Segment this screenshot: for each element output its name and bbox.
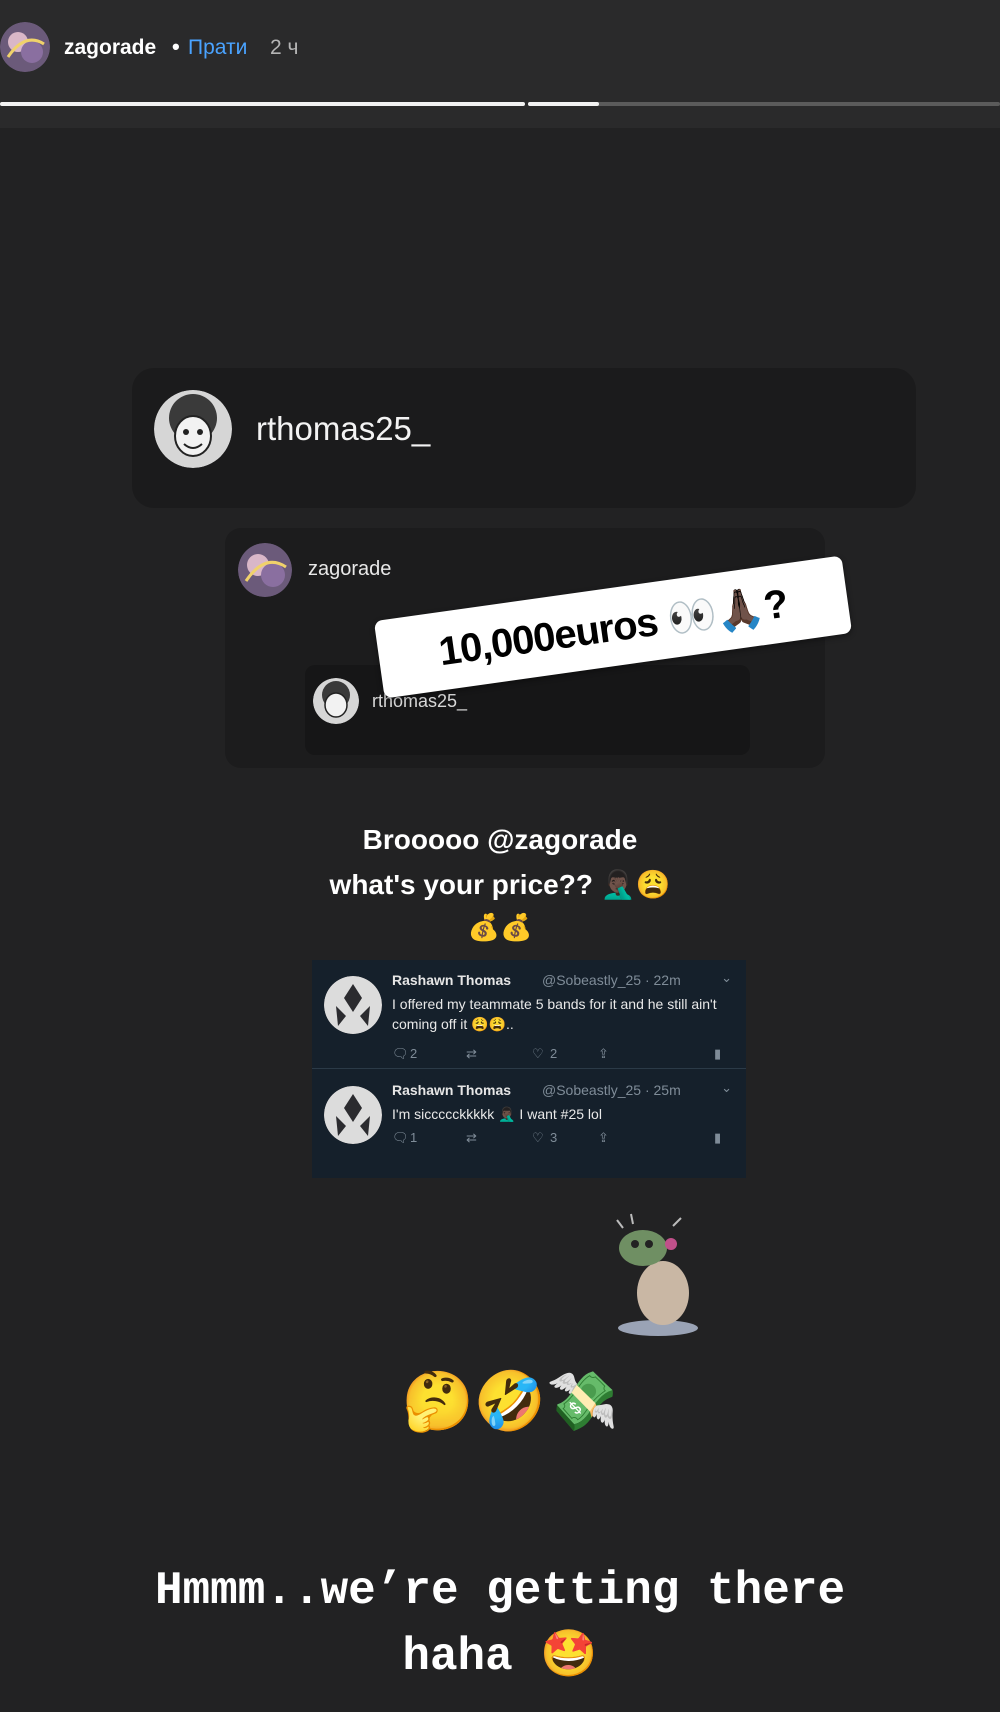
story-text-line-1: Hmmm..we’re getting there: [154, 1565, 846, 1617]
reply-icon: 🗨: [392, 1130, 409, 1145]
tweet: Rashawn Thomas @Sobeastly_25 · 22m ⌄ I o…: [312, 960, 746, 1069]
story-username[interactable]: zagorade: [64, 36, 156, 60]
like-count: 3: [550, 1130, 558, 1145]
share-icon: ⇪: [598, 1130, 609, 1145]
caption-line-1: Brooooo @zagorade: [362, 824, 638, 855]
story-time: 2 ч: [270, 36, 299, 59]
analytics-icon: ▮: [714, 1130, 722, 1145]
like-count: 2: [550, 1046, 558, 1061]
tweet-avatar: [324, 976, 382, 1034]
tweet-actions: 🗨 1 ⇄ ♡ 3 ⇪ ▮: [392, 1130, 732, 1146]
tweet-actions: 🗨 2 ⇄ ♡ 2 ⇪ ▮: [392, 1046, 732, 1062]
caption-line-3: 💰💰: [467, 912, 533, 942]
tweet-text: I'm siccccckkkkk 🤦🏿‍♂️ I want #25 lol: [392, 1106, 602, 1122]
reply-count: 2: [410, 1046, 418, 1061]
chevron-down-icon: ⌄: [721, 1080, 732, 1095]
tweet-screenshot: Rashawn Thomas @Sobeastly_25 · 22m ⌄ I o…: [312, 960, 746, 1178]
reply-icon: 🗨: [392, 1046, 409, 1061]
nested-avatar: [313, 678, 359, 724]
caption-line-2: what's your price?? 🤦🏿‍♂️😩: [329, 869, 671, 900]
tweet-handle: @Sobeastly_25 · 25m: [542, 1082, 681, 1098]
reply-count: 1: [410, 1130, 418, 1145]
tweet: Rashawn Thomas @Sobeastly_25 · 25m ⌄ I'm…: [312, 1070, 746, 1178]
story-progress-2-fill: [528, 102, 599, 106]
analytics-icon: ▮: [714, 1046, 722, 1061]
story-header: [0, 0, 1000, 128]
share-icon: ⇪: [598, 1046, 609, 1061]
separator-dot: •: [172, 34, 180, 59]
repost-card[interactable]: [132, 368, 916, 508]
retweet-icon: ⇄: [466, 1130, 477, 1145]
crying-bear-sticker: [603, 1208, 713, 1338]
avatar[interactable]: [0, 22, 50, 72]
tweet-text: I offered my teammate 5 bands for it and…: [392, 996, 717, 1032]
emoji-stickers: 🤔🤣💸: [401, 1369, 619, 1434]
inner-username: zagorade: [308, 558, 392, 580]
retweet-icon: ⇄: [466, 1046, 477, 1061]
tweet-author: Rashawn Thomas: [392, 1082, 512, 1098]
tweet-handle: @Sobeastly_25 · 22m: [542, 972, 681, 988]
follow-button[interactable]: Прати: [188, 36, 247, 60]
story-text-line-2: haha 🤩: [402, 1631, 598, 1683]
heart-icon: ♡: [532, 1046, 544, 1061]
inner-avatar: [238, 543, 292, 597]
tweet-avatar: [324, 1086, 382, 1144]
tweet-author: Rashawn Thomas: [392, 972, 512, 988]
story-progress-1: [0, 102, 525, 106]
heart-icon: ♡: [532, 1130, 544, 1145]
story-progress-2: [528, 102, 1000, 106]
story-text: Hmmm..we’re getting there haha 🤩: [40, 1558, 960, 1690]
chevron-down-icon: ⌄: [721, 970, 732, 985]
repost-avatar[interactable]: [154, 390, 232, 468]
repost-username[interactable]: rthomas25_: [256, 410, 430, 448]
